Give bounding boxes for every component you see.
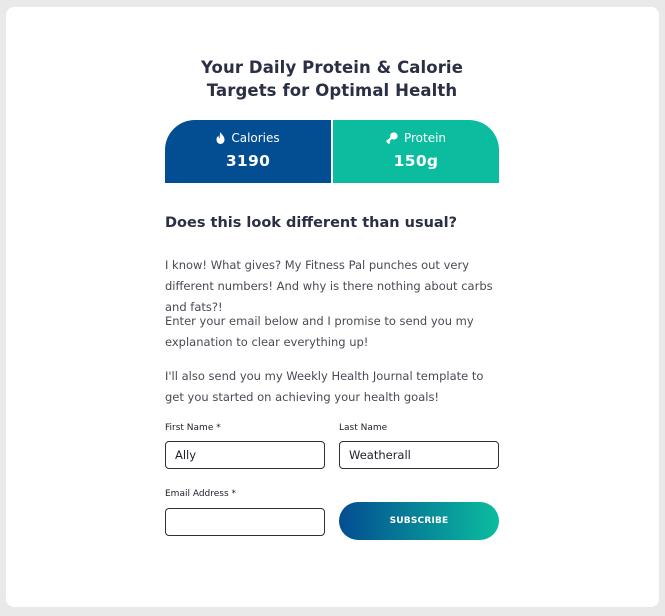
signup-card: Your Daily Protein & Calorie Targets for… bbox=[6, 7, 659, 607]
flame-icon bbox=[216, 132, 225, 144]
section-heading: Does this look different than usual? bbox=[165, 215, 458, 231]
calories-label: Calories bbox=[231, 131, 280, 145]
protein-value: 150g bbox=[393, 152, 439, 170]
targets-panel: Calories 3190 Protein 150g bbox=[165, 120, 499, 183]
first-name-field[interactable] bbox=[165, 441, 325, 469]
paragraph-3: I'll also send you my Weekly Health Jour… bbox=[165, 369, 484, 404]
calories-value: 3190 bbox=[225, 152, 271, 170]
page-title: Your Daily Protein & Calorie Targets for… bbox=[201, 58, 463, 100]
protein-label: Protein bbox=[403, 131, 447, 145]
email-label: Email Address * bbox=[165, 489, 237, 499]
email-field[interactable] bbox=[165, 508, 325, 536]
subscribe-button[interactable]: SUBSCRIBE bbox=[339, 502, 499, 540]
first-name-label: First Name * bbox=[165, 423, 221, 433]
paragraph-1: I know! What gives? My Fitness Pal punch… bbox=[165, 258, 493, 314]
protein-stat: Protein 150g bbox=[333, 120, 499, 183]
paragraph-2: Enter your email below and I promise to … bbox=[165, 314, 474, 349]
calories-stat: Calories 3190 bbox=[165, 120, 331, 183]
last-name-field[interactable] bbox=[339, 441, 499, 469]
last-name-label: Last Name bbox=[339, 423, 388, 433]
drumstick-icon bbox=[386, 132, 398, 144]
